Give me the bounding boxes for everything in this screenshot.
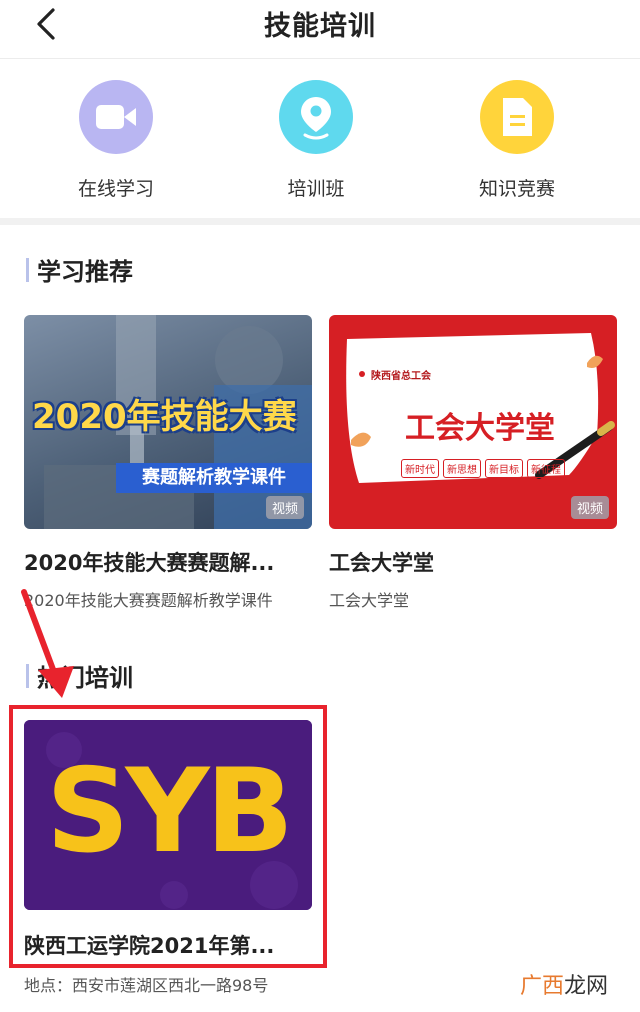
nav-label: 培训班: [287, 178, 345, 200]
thumb-tag: 新时代: [401, 459, 439, 478]
nav-training-class[interactable]: 培训班: [236, 80, 396, 201]
recommend-card-union-college[interactable]: 陕西省总工会 工会大学堂 新时代 新思想 新目标 新征程 视频 工会大学堂 工会…: [329, 315, 617, 611]
document-icon: [503, 98, 532, 136]
video-camera-icon: [96, 105, 136, 129]
thumb-headline: 2020年技能大赛: [32, 397, 297, 437]
thumb-tag: 新征程: [527, 459, 565, 478]
header-bar: 技能培训: [0, 0, 640, 59]
video-badge: 视频: [570, 496, 609, 519]
annotation-red-frame: [9, 705, 327, 968]
union-logo-icon: [359, 371, 365, 377]
card-title: 工会大学堂: [329, 551, 434, 575]
nav-icon-circle: [480, 80, 554, 154]
thumb-headline: 工会大学堂: [405, 411, 555, 446]
quick-nav: 在线学习 培训班 知识竞赛: [0, 60, 640, 218]
nav-knowledge-contest[interactable]: 知识竞赛: [437, 80, 597, 201]
video-badge: 视频: [265, 496, 304, 519]
nav-icon-circle: [279, 80, 353, 154]
section-accent-bar: [26, 258, 29, 282]
nav-icon-circle: [79, 80, 153, 154]
location-pin-icon: [301, 97, 331, 140]
section-divider: [0, 218, 640, 225]
watermark-part-a: 广西: [519, 974, 564, 999]
nav-label: 知识竞赛: [478, 178, 555, 200]
annotation-arrow-icon: [21, 589, 74, 698]
card-thumbnail: 2020年技能大赛 赛题解析教学课件 视频: [24, 315, 312, 529]
card-subtitle: 工会大学堂: [329, 591, 410, 610]
nav-label: 在线学习: [77, 178, 154, 200]
card-thumbnail: 陕西省总工会 工会大学堂 新时代 新思想 新目标 新征程 视频: [329, 315, 617, 529]
thumb-tag: 新思想: [443, 459, 481, 478]
thumb-banner: 赛题解析教学课件: [116, 463, 312, 493]
page-title: 技能培训: [264, 11, 376, 42]
watermark-part-b: 龙网: [563, 974, 608, 999]
card-location: 地点：西安市莲湖区西北一路98号: [24, 976, 269, 995]
thumb-org-name: 陕西省总工会: [371, 371, 431, 382]
nav-online-learning[interactable]: 在线学习: [36, 80, 196, 201]
thumb-tag: 新目标: [485, 459, 523, 478]
section-title: 学习推荐: [37, 258, 133, 286]
thumb-tags: 新时代 新思想 新目标 新征程: [401, 459, 565, 478]
card-title: 2020年技能大赛赛题解...: [24, 551, 275, 575]
recommend-card-skills-contest[interactable]: 2020年技能大赛 赛题解析教学课件 视频 2020年技能大赛赛题解... 20…: [24, 315, 312, 611]
watermark: 广西龙网: [520, 968, 608, 1000]
